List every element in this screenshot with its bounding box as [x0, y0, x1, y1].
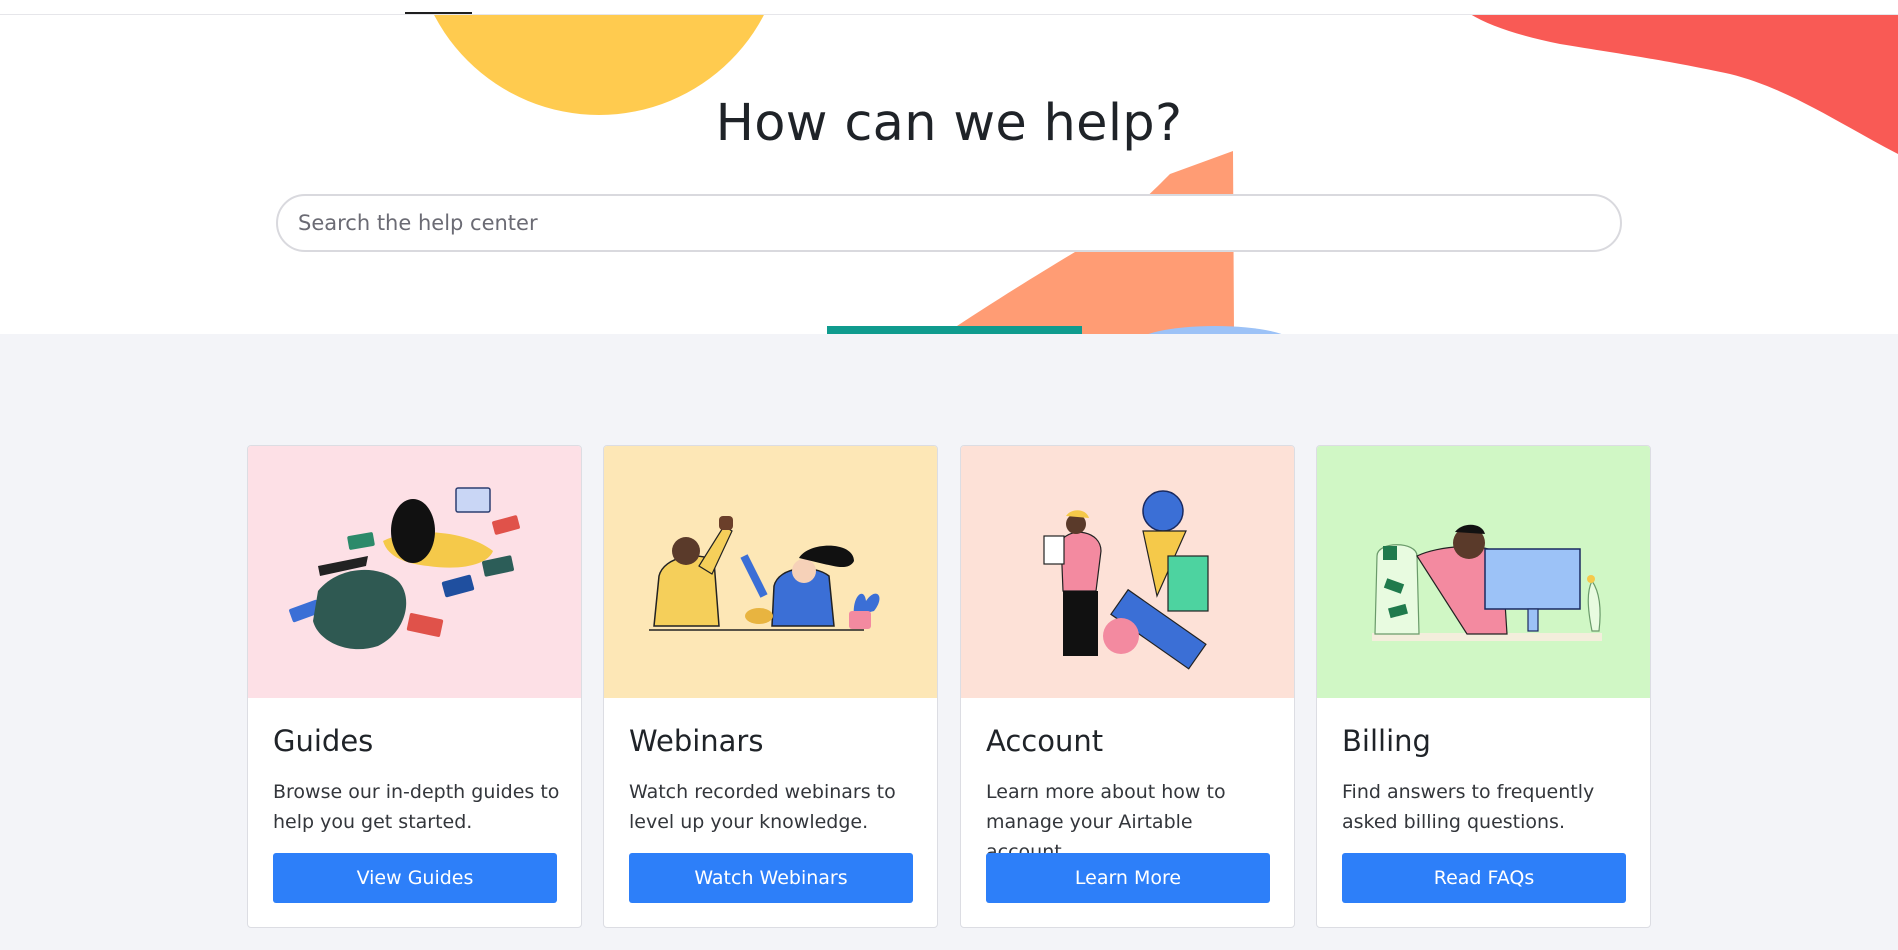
help-categories-section: Guides Browse our in-depth guides to hel…	[0, 334, 1898, 950]
hero-decoration	[433, 14, 1898, 334]
learn-more-button[interactable]: Learn More	[986, 853, 1270, 903]
card-title: Guides	[273, 724, 374, 758]
page-title: How can we help?	[715, 94, 1183, 153]
card-title: Webinars	[629, 724, 764, 758]
webinars-card: Webinars Watch recorded webinars to leve…	[603, 445, 938, 928]
card-description: Browse our in-depth guides to help you g…	[273, 781, 560, 833]
card-description: Watch recorded webinars to level up your…	[629, 781, 896, 833]
guides-card: Guides Browse our in-depth guides to hel…	[247, 445, 582, 928]
hero-section: How can we help?	[0, 14, 1898, 334]
active-nav-indicator	[405, 12, 472, 14]
person-reading-icon	[289, 487, 520, 650]
people-high-five-icon	[649, 516, 880, 631]
billing-card: Billing Find answers to frequently asked…	[1316, 445, 1651, 928]
person-at-computer-icon	[1372, 524, 1602, 641]
webinars-image	[604, 446, 937, 698]
guides-image	[248, 446, 581, 698]
top-nav-bar	[0, 0, 1898, 15]
account-image	[961, 446, 1294, 698]
view-guides-button[interactable]: View Guides	[273, 853, 557, 903]
account-card: Account Learn more about how to manage y…	[960, 445, 1295, 928]
card-title: Account	[986, 724, 1104, 758]
watch-webinars-button[interactable]: Watch Webinars	[629, 853, 913, 903]
search-input[interactable]	[276, 194, 1622, 252]
read-faqs-button[interactable]: Read FAQs	[1342, 853, 1626, 903]
card-description: Find answers to frequently asked billing…	[1342, 781, 1595, 833]
person-with-shapes-icon	[1043, 490, 1209, 670]
teal-bar-shape	[827, 326, 1082, 334]
billing-image	[1317, 446, 1650, 698]
card-title: Billing	[1342, 724, 1431, 758]
